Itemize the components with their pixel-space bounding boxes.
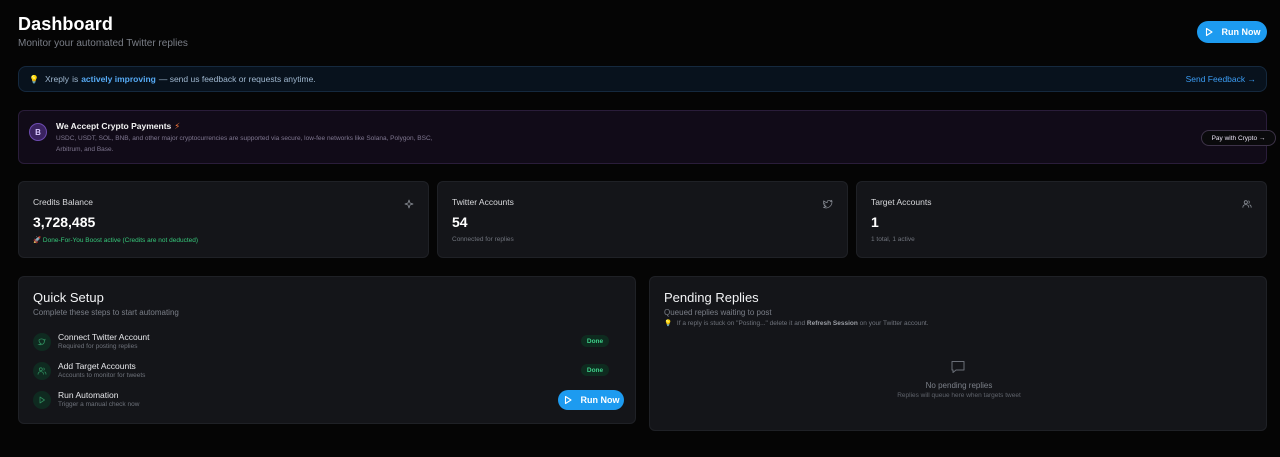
- pending-hint: 💡 If a reply is stuck on "Posting..." de…: [664, 319, 929, 327]
- page-header: Dashboard Monitor your automated Twitter…: [18, 14, 188, 49]
- lightbulb-icon: 💡: [664, 320, 673, 327]
- section-subtitle: Complete these steps to start automating: [33, 308, 179, 317]
- banner-text: — send us feedback or requests anytime.: [158, 74, 316, 84]
- page-subtitle: Monitor your automated Twitter replies: [18, 38, 188, 49]
- step-subtitle: Required for posting replies: [58, 343, 138, 350]
- crypto-description: USDC, USDT, SOL, BNB, and other major cr…: [56, 135, 433, 153]
- page-title: Dashboard: [18, 14, 113, 34]
- step-title: Run Automation: [58, 390, 119, 400]
- step-subtitle: Trigger a manual check now: [58, 401, 140, 408]
- lightning-icon: ⚡: [174, 121, 181, 131]
- stat-value: 3,728,485: [33, 214, 96, 230]
- stat-sub: Connected for replies: [452, 236, 514, 243]
- step-subtitle: Accounts to monitor for tweets: [58, 372, 146, 379]
- brand-name: Xreply: [44, 74, 70, 84]
- done-badge: Done: [581, 364, 609, 376]
- setup-step-run-automation: Run Automation Trigger a manual check no…: [33, 390, 623, 410]
- crypto-badge-icon: B: [29, 123, 47, 141]
- stat-label: Target Accounts: [871, 197, 932, 207]
- credits-balance-card: Credits Balance 3,728,485 🚀 Done-For-You…: [18, 181, 429, 258]
- section-title: Quick Setup: [33, 290, 104, 305]
- run-automation-button[interactable]: Run Now: [558, 390, 624, 410]
- hint-text-b: on your Twitter account.: [859, 320, 929, 327]
- pay-with-crypto-button[interactable]: Pay with Crypto →: [1201, 130, 1276, 146]
- setup-step-add-targets: Add Target Accounts Accounts to monitor …: [33, 361, 623, 381]
- users-icon: [1242, 200, 1252, 208]
- section-subtitle: Queued replies waiting to post: [664, 308, 772, 317]
- stat-label: Twitter Accounts: [452, 197, 514, 207]
- banner-highlight: actively improving: [81, 74, 156, 84]
- users-icon: [33, 362, 51, 380]
- done-badge: Done: [581, 335, 609, 347]
- stat-sub: 1 total, 1 active: [871, 236, 915, 243]
- lightbulb-icon: 💡: [29, 74, 39, 84]
- crypto-title-text: We Accept Crypto Payments: [56, 121, 172, 131]
- stat-value: 54: [452, 214, 468, 230]
- crypto-title: We Accept Crypto Payments ⚡: [56, 121, 180, 132]
- play-icon: [33, 391, 51, 409]
- empty-state-subtitle: Replies will queue here when targets twe…: [897, 392, 1021, 399]
- setup-step-connect-twitter: Connect Twitter Account Required for pos…: [33, 332, 623, 352]
- stat-value: 1: [871, 214, 879, 230]
- stat-label: Credits Balance: [33, 197, 94, 207]
- section-title: Pending Replies: [664, 290, 759, 305]
- quick-setup-card: Quick Setup Complete these steps to star…: [18, 276, 636, 424]
- run-now-label: Run Now: [580, 395, 620, 405]
- twitter-bird-icon: [33, 333, 51, 351]
- banner-is-text: is: [72, 74, 79, 84]
- twitter-accounts-card: Twitter Accounts 54 Connected for replie…: [437, 181, 848, 258]
- step-title: Add Target Accounts: [58, 361, 136, 371]
- feedback-banner: 💡 Xreply is actively improving — send us…: [18, 66, 1267, 92]
- play-icon: [564, 395, 572, 405]
- boost-status: 🚀 Done-For-You Boost active (Credits are…: [33, 237, 199, 244]
- target-accounts-card: Target Accounts 1 1 total, 1 active: [856, 181, 1267, 258]
- crypto-banner: B We Accept Crypto Payments ⚡ USDC, USDT,…: [18, 110, 1276, 164]
- send-feedback-link[interactable]: Send Feedback →: [1186, 74, 1256, 84]
- run-now-button[interactable]: Run Now: [1197, 21, 1267, 43]
- sparkle-icon: [404, 199, 414, 209]
- empty-state-title: No pending replies: [925, 381, 993, 390]
- play-icon: [1205, 27, 1213, 37]
- hint-bold: Refresh Session: [806, 320, 858, 327]
- step-title: Connect Twitter Account: [58, 332, 150, 342]
- message-icon: [951, 361, 965, 373]
- twitter-bird-icon: [823, 199, 833, 209]
- run-now-label: Run Now: [1221, 27, 1261, 37]
- hint-text-a: If a reply is stuck on "Posting..." dele…: [676, 320, 806, 327]
- pending-replies-card: Pending Replies Queued replies waiting t…: [649, 276, 1267, 431]
